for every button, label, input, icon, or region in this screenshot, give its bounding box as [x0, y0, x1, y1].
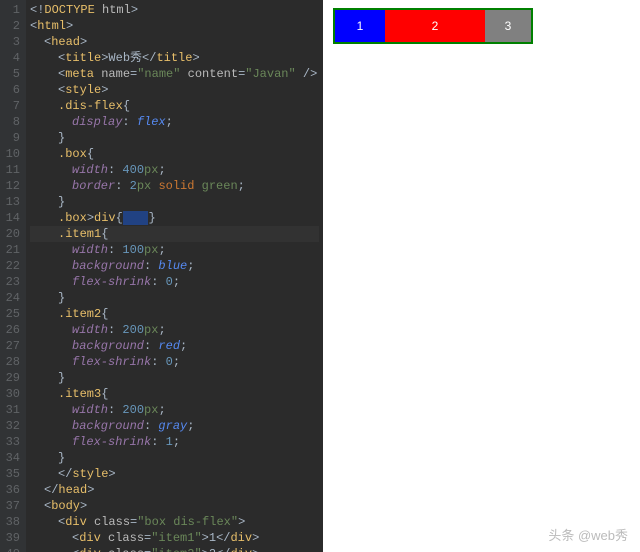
- code-line[interactable]: </head>: [30, 482, 319, 498]
- line-number: 35: [4, 466, 20, 482]
- watermark-text: 头条 @web秀: [548, 525, 628, 544]
- code-line[interactable]: .box>div{ }: [30, 210, 319, 226]
- flex-box-container: 1 2 3: [333, 8, 533, 44]
- code-area[interactable]: <!DOCTYPE html><html><head><title>Web秀</…: [26, 0, 323, 552]
- line-number: 11: [4, 162, 20, 178]
- code-line[interactable]: <div class="item2">2</div>: [30, 546, 319, 552]
- line-number: 24: [4, 290, 20, 306]
- line-number: 31: [4, 402, 20, 418]
- code-line[interactable]: .item3{: [30, 386, 319, 402]
- line-number: 28: [4, 354, 20, 370]
- code-line[interactable]: <body>: [30, 498, 319, 514]
- code-line[interactable]: .dis-flex{: [30, 98, 319, 114]
- code-line[interactable]: <title>Web秀</title>: [30, 50, 319, 66]
- line-number: 14: [4, 210, 20, 226]
- code-line[interactable]: }: [30, 450, 319, 466]
- line-gutter: 1234567891011121314202122232425262728293…: [0, 0, 26, 552]
- code-line[interactable]: background: red;: [30, 338, 319, 354]
- code-line[interactable]: border: 2px solid green;: [30, 178, 319, 194]
- code-line[interactable]: .item1{: [30, 226, 319, 242]
- code-editor[interactable]: 1234567891011121314202122232425262728293…: [0, 0, 323, 552]
- code-line[interactable]: <head>: [30, 34, 319, 50]
- line-number: 22: [4, 258, 20, 274]
- code-line[interactable]: }: [30, 370, 319, 386]
- code-line[interactable]: width: 200px;: [30, 402, 319, 418]
- line-number: 26: [4, 322, 20, 338]
- code-line[interactable]: <!DOCTYPE html>: [30, 2, 319, 18]
- line-number: 9: [4, 130, 20, 146]
- line-number: 36: [4, 482, 20, 498]
- line-number: 40: [4, 546, 20, 552]
- line-number: 8: [4, 114, 20, 130]
- code-line[interactable]: <style>: [30, 82, 319, 98]
- code-line[interactable]: flex-shrink: 0;: [30, 274, 319, 290]
- line-number: 2: [4, 18, 20, 34]
- code-line[interactable]: </style>: [30, 466, 319, 482]
- code-line[interactable]: background: blue;: [30, 258, 319, 274]
- line-number: 21: [4, 242, 20, 258]
- code-line[interactable]: <div class="box dis-flex">: [30, 514, 319, 530]
- code-line[interactable]: }: [30, 290, 319, 306]
- code-line[interactable]: flex-shrink: 1;: [30, 434, 319, 450]
- line-number: 34: [4, 450, 20, 466]
- flex-item-1: 1: [335, 10, 385, 42]
- line-number: 6: [4, 82, 20, 98]
- line-number: 20: [4, 226, 20, 242]
- code-line[interactable]: width: 200px;: [30, 322, 319, 338]
- line-number: 30: [4, 386, 20, 402]
- line-number: 37: [4, 498, 20, 514]
- line-number: 38: [4, 514, 20, 530]
- code-line[interactable]: <div class="item1">1</div>: [30, 530, 319, 546]
- code-line[interactable]: <html>: [30, 18, 319, 34]
- line-number: 27: [4, 338, 20, 354]
- code-line[interactable]: flex-shrink: 0;: [30, 354, 319, 370]
- code-line[interactable]: }: [30, 130, 319, 146]
- line-number: 7: [4, 98, 20, 114]
- line-number: 1: [4, 2, 20, 18]
- line-number: 23: [4, 274, 20, 290]
- code-line[interactable]: display: flex;: [30, 114, 319, 130]
- line-number: 5: [4, 66, 20, 82]
- code-line[interactable]: width: 100px;: [30, 242, 319, 258]
- line-number: 25: [4, 306, 20, 322]
- code-line[interactable]: background: gray;: [30, 418, 319, 434]
- line-number: 29: [4, 370, 20, 386]
- code-line[interactable]: }: [30, 194, 319, 210]
- line-number: 4: [4, 50, 20, 66]
- line-number: 39: [4, 530, 20, 546]
- code-line[interactable]: width: 400px;: [30, 162, 319, 178]
- line-number: 32: [4, 418, 20, 434]
- line-number: 12: [4, 178, 20, 194]
- line-number: 13: [4, 194, 20, 210]
- code-line[interactable]: <meta name="name" content="Javan" />: [30, 66, 319, 82]
- line-number: 33: [4, 434, 20, 450]
- line-number: 10: [4, 146, 20, 162]
- preview-pane: 1 2 3 头条 @web秀: [323, 0, 640, 552]
- flex-item-3: 3: [485, 10, 531, 42]
- code-line[interactable]: .item2{: [30, 306, 319, 322]
- line-number: 3: [4, 34, 20, 50]
- flex-item-2: 2: [385, 10, 485, 42]
- code-line[interactable]: .box{: [30, 146, 319, 162]
